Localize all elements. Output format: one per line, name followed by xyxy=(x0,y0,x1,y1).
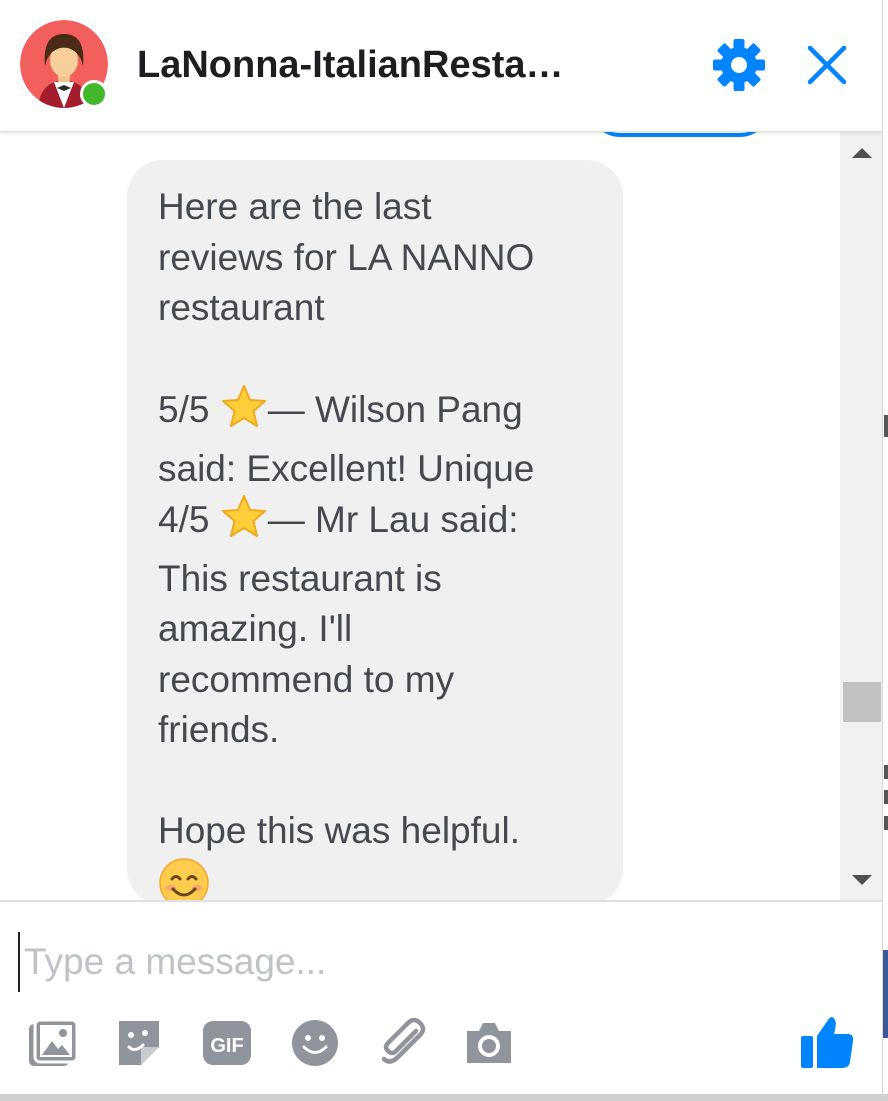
chat-header: LaNonna-ItalianResta… xyxy=(0,0,882,132)
review-rating: 5/5 xyxy=(158,389,210,430)
background-fragment xyxy=(884,790,888,804)
gear-icon[interactable] xyxy=(712,38,766,92)
window-bottom-border xyxy=(0,1094,888,1101)
message-composer: GIF xyxy=(0,900,882,1096)
emoji-icon[interactable] xyxy=(289,1017,341,1069)
photo-icon[interactable] xyxy=(27,1017,79,1069)
background-fragment xyxy=(884,415,888,437)
chat-title[interactable]: LaNonna-ItalianResta… xyxy=(137,44,607,87)
scrollbar-thumb[interactable] xyxy=(843,682,881,722)
gif-icon[interactable]: GIF xyxy=(201,1017,253,1069)
message-text: Here are the last reviews for LA NANNO r… xyxy=(158,182,599,900)
camera-icon[interactable] xyxy=(463,1017,515,1069)
review-text: — Mr Lau said: This restaurant is amazin… xyxy=(158,499,519,750)
message-intro: Here are the last reviews for LA NANNO r… xyxy=(158,186,535,328)
message-input[interactable] xyxy=(18,932,804,992)
scrollbar-track[interactable] xyxy=(840,131,882,900)
online-status-dot xyxy=(80,80,108,108)
background-fragment xyxy=(884,765,888,779)
message-closing: Hope this was helpful. xyxy=(158,810,520,851)
background-fragment xyxy=(884,816,888,830)
scroll-down-arrow-icon[interactable] xyxy=(852,875,872,885)
message-list[interactable]: Here are the last reviews for LA NANNO r… xyxy=(0,131,840,900)
review-rating: 4/5 xyxy=(158,499,210,540)
close-icon[interactable] xyxy=(805,43,849,87)
sticker-icon[interactable] xyxy=(113,1017,165,1069)
star-emoji-icon xyxy=(220,494,268,554)
background-fragment xyxy=(883,950,888,1038)
star-emoji-icon xyxy=(220,384,268,444)
review-text: — Wilson Pang said: Excellent! Unique xyxy=(158,389,535,489)
thumbs-up-icon[interactable] xyxy=(798,1012,858,1072)
gif-label: GIF xyxy=(210,1035,243,1057)
message-bubble[interactable]: Here are the last reviews for LA NANNO r… xyxy=(127,160,623,900)
attachment-icon[interactable] xyxy=(376,1017,428,1069)
scroll-up-arrow-icon[interactable] xyxy=(852,148,872,158)
chat-window: LaNonna-ItalianResta… Here are the last … xyxy=(0,0,883,1096)
smiling-face-emoji-icon xyxy=(158,857,210,900)
